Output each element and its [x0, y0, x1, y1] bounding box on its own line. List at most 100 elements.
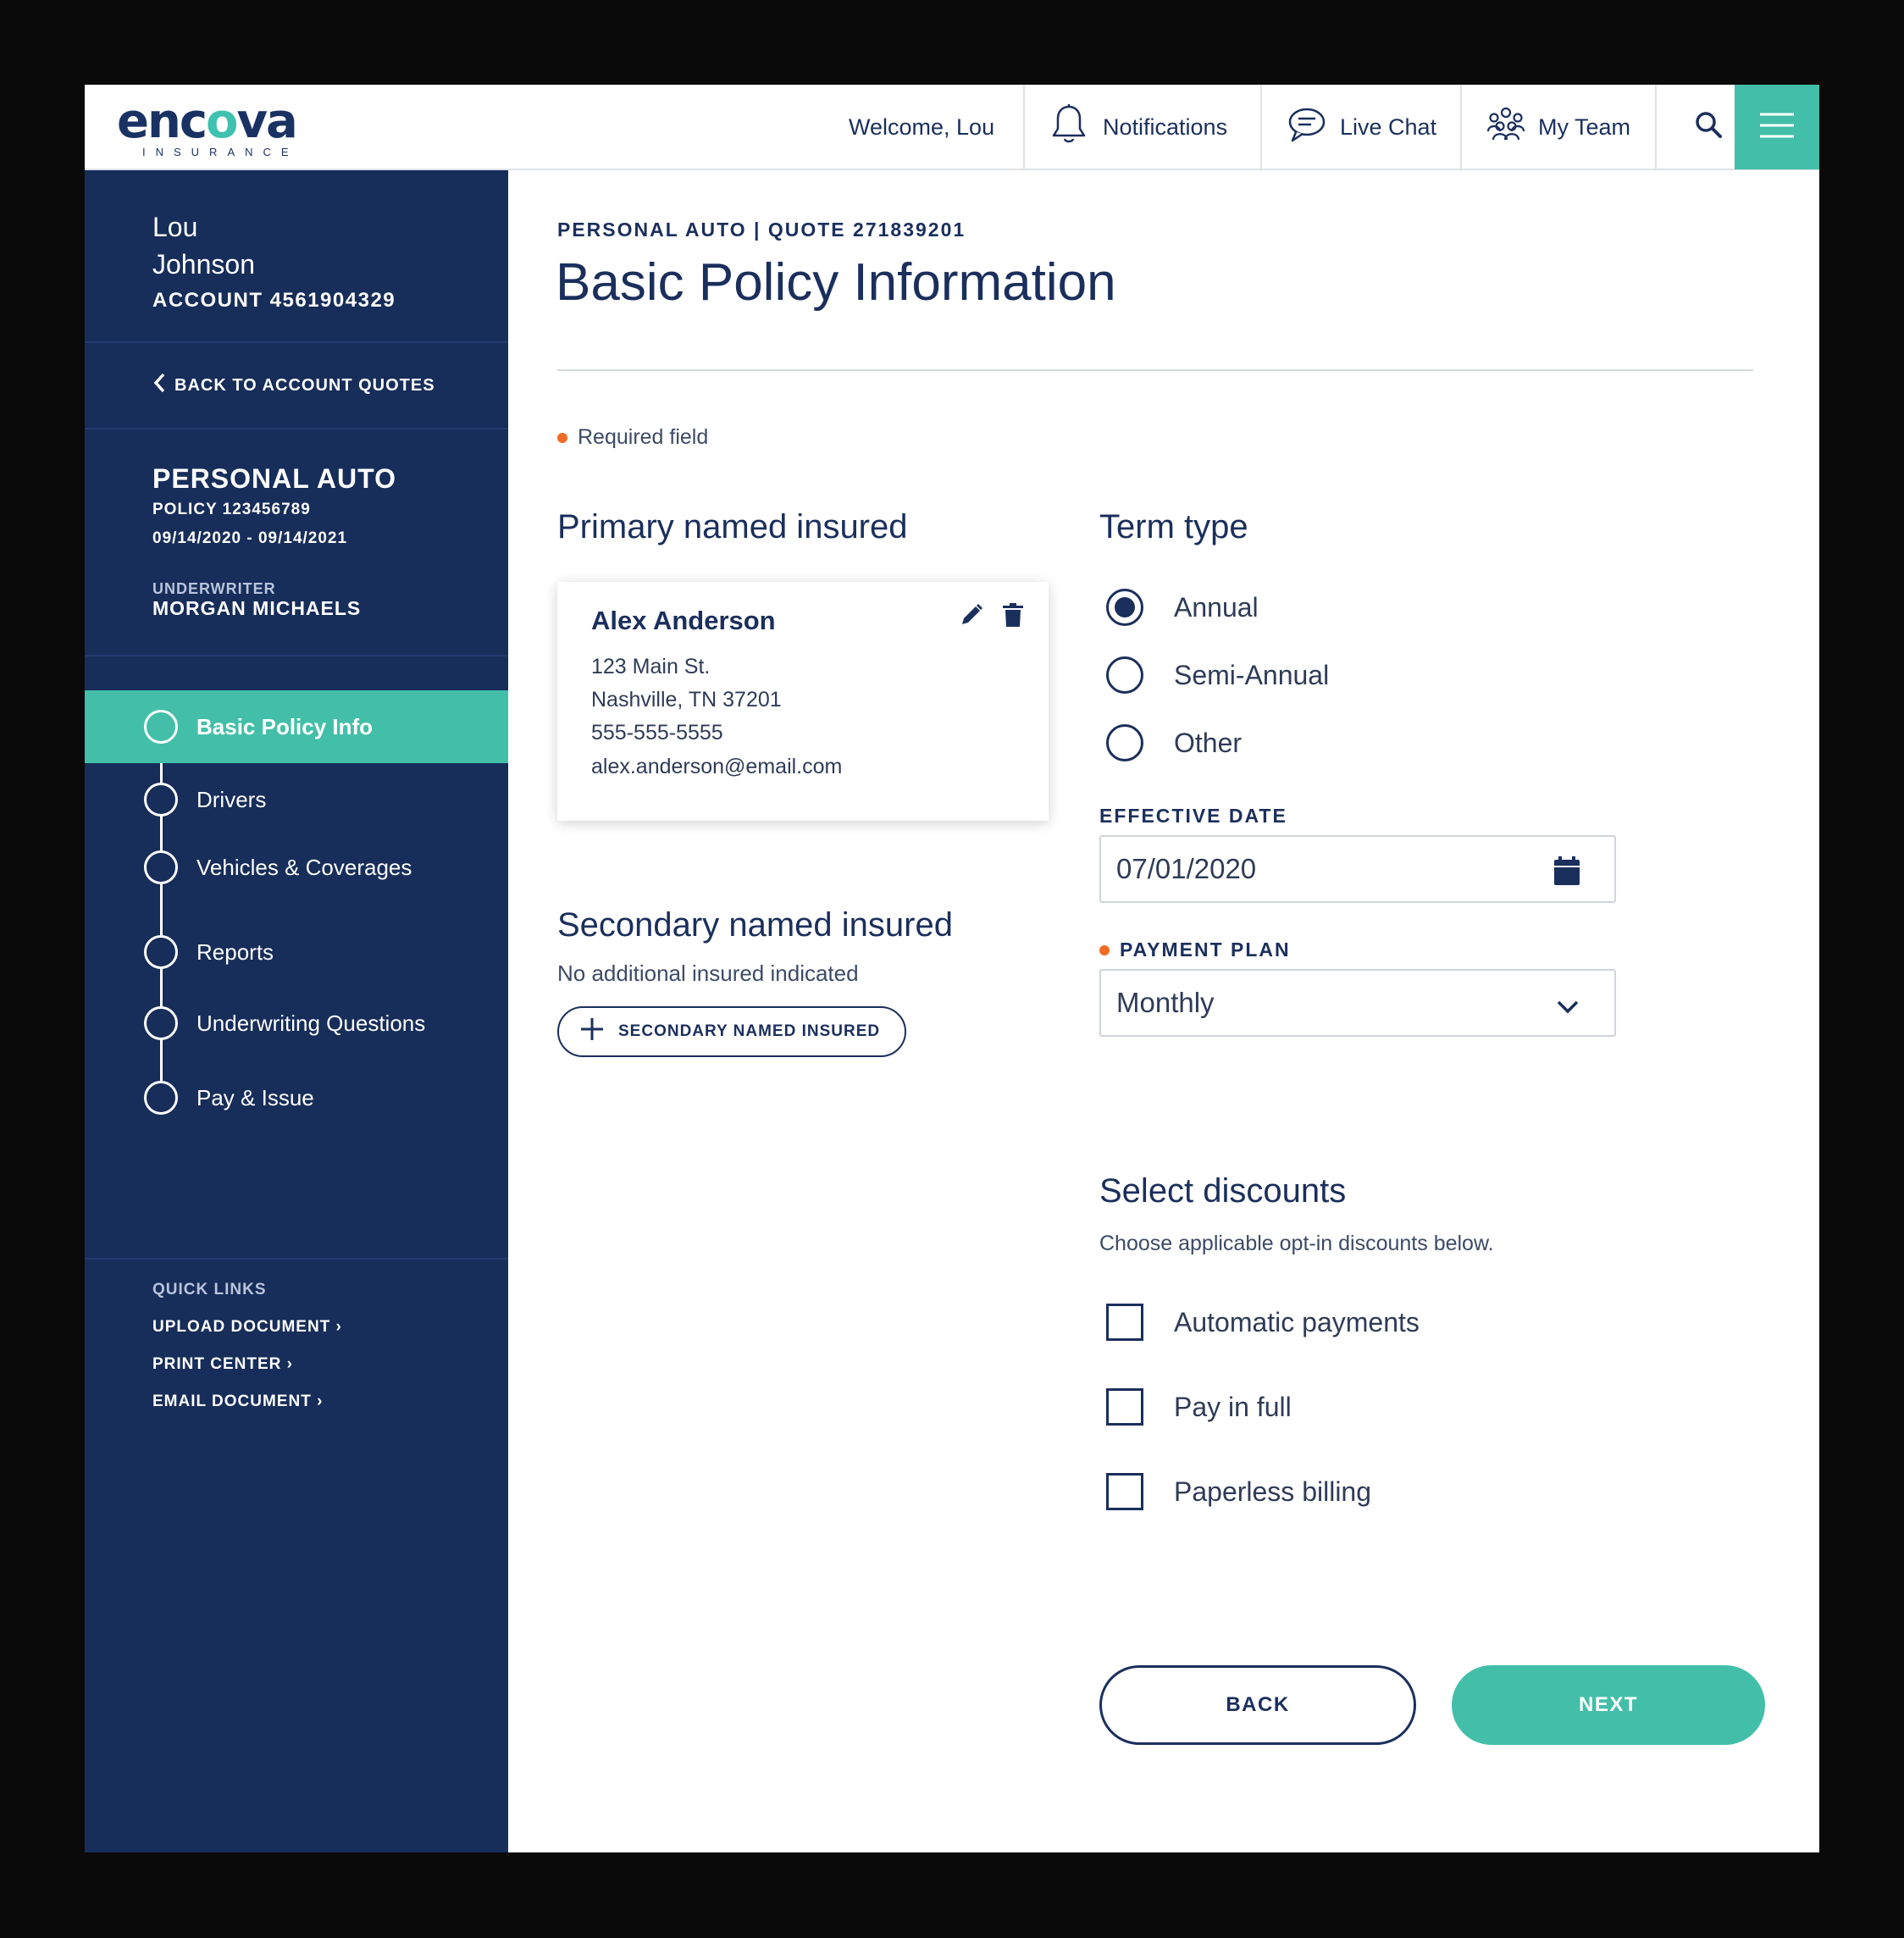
required-field-label: Required field [578, 425, 709, 449]
nav-divider [1460, 85, 1462, 169]
logo-wordmark: encova [117, 94, 298, 149]
plus-icon [579, 1016, 618, 1047]
checkbox[interactable] [1106, 1473, 1143, 1510]
step-vehicles-coverages[interactable]: Vehicles & Coverages [85, 831, 508, 904]
step-navigation: Basic Policy Info Drivers Vehicles & Cov… [85, 690, 508, 1131]
secondary-button-label: SECONDARY NAMED INSURED [618, 1022, 881, 1040]
step-label: Vehicles & Coverages [196, 854, 412, 880]
required-field-note: Required field [557, 425, 708, 450]
print-center-link[interactable]: PRINT CENTER › [152, 1355, 293, 1374]
radio-button[interactable] [1106, 589, 1143, 626]
pencil-icon[interactable] [959, 602, 984, 632]
logo-subtitle: INSURANCE [142, 146, 299, 158]
breadcrumb: PERSONAL AUTO | QUOTE 271839201 [557, 219, 966, 241]
checkbox[interactable] [1106, 1388, 1143, 1426]
insured-address-line2: Nashville, TN 37201 [591, 688, 782, 712]
primary-insured-heading: Primary named insured [557, 508, 908, 545]
nav-divider [1023, 85, 1025, 169]
underwriter-name: MORGAN MICHAELS [152, 597, 362, 619]
step-label: Reports [196, 939, 274, 965]
app-window: encova INSURANCE Welcome, Lou Notificati… [85, 85, 1819, 1852]
search-button[interactable] [1680, 85, 1736, 169]
top-bar: encova INSURANCE Welcome, Lou Notificati… [85, 85, 1819, 170]
underwriter-label: UNDERWRITER [152, 580, 276, 597]
effective-date-label: EFFECTIVE DATE [1099, 805, 1287, 827]
term-option-annual[interactable]: Annual [1106, 586, 1259, 628]
checkbox[interactable] [1106, 1304, 1143, 1341]
step-drivers[interactable]: Drivers [85, 763, 508, 836]
chevron-down-icon [1555, 993, 1580, 1025]
discounts-hint: Choose applicable opt-in discounts below… [1099, 1232, 1494, 1255]
step-circle-icon [144, 710, 178, 744]
term-option-other[interactable]: Other [1106, 722, 1242, 764]
radio-button[interactable] [1106, 724, 1143, 761]
live-chat-label: Live Chat [1340, 114, 1437, 140]
trash-icon[interactable] [1001, 602, 1025, 632]
email-document-link[interactable]: EMAIL DOCUMENT › [152, 1393, 323, 1411]
policy-summary: PERSONAL AUTO POLICY 123456789 09/14/202… [85, 429, 508, 656]
step-reports[interactable]: Reports [85, 916, 508, 988]
notifications-link[interactable]: Notifications [1050, 85, 1227, 169]
sidebar: Lou Johnson ACCOUNT 4561904329 BACK TO A… [85, 170, 508, 1852]
step-underwriting-questions[interactable]: Underwriting Questions [85, 987, 508, 1060]
primary-insured-card: Alex Anderson 123 Main St. Nashville, TN… [557, 582, 1049, 821]
account-number: ACCOUNT 4561904329 [152, 289, 396, 312]
step-circle-icon [144, 850, 178, 884]
effective-date-field[interactable]: 07/01/2020 [1099, 835, 1616, 903]
back-button[interactable]: BACK [1099, 1665, 1416, 1745]
step-label: Basic Policy Info [196, 713, 374, 739]
step-circle-icon [144, 935, 178, 969]
encova-logo[interactable]: encova INSURANCE [117, 95, 303, 163]
discount-automatic-payments[interactable]: Automatic payments [1106, 1301, 1420, 1343]
effective-date-value: 07/01/2020 [1116, 853, 1257, 884]
discount-label: Paperless billing [1174, 1476, 1372, 1507]
step-basic-policy-info[interactable]: Basic Policy Info [85, 690, 508, 763]
policy-dates: 09/14/2020 - 09/14/2021 [152, 529, 348, 547]
discount-paperless-billing[interactable]: Paperless billing [1106, 1470, 1371, 1513]
discount-pay-in-full[interactable]: Pay in full [1106, 1386, 1292, 1428]
discount-label: Pay in full [1174, 1391, 1292, 1422]
radio-button[interactable] [1106, 656, 1143, 694]
hamburger-menu-button[interactable] [1735, 85, 1819, 169]
term-option-label: Other [1174, 727, 1243, 758]
insured-phone: 555-555-5555 [591, 721, 723, 745]
add-secondary-named-insured-button[interactable]: SECONDARY NAMED INSURED [557, 1006, 906, 1057]
insured-name: Alex Anderson [591, 606, 776, 635]
payment-plan-select[interactable]: Monthly [1099, 969, 1616, 1037]
step-label: Drivers [196, 786, 267, 812]
payment-plan-label-text: PAYMENT PLAN [1120, 939, 1291, 961]
step-pay-issue[interactable]: Pay & Issue [85, 1061, 508, 1134]
page-title: Basic Policy Information [556, 253, 1116, 312]
payment-plan-value: Monthly [1116, 987, 1215, 1018]
step-label: Pay & Issue [196, 1084, 314, 1110]
chat-icon [1287, 106, 1340, 149]
policy-title: PERSONAL AUTO [152, 463, 396, 494]
discounts-heading: Select discounts [1099, 1172, 1347, 1210]
term-type-heading: Term type [1099, 508, 1248, 545]
calendar-icon[interactable] [1553, 855, 1580, 893]
my-team-label: My Team [1538, 114, 1631, 140]
bell-icon [1050, 103, 1103, 152]
upload-document-link[interactable]: UPLOAD DOCUMENT › [152, 1318, 342, 1337]
term-option-label: Semi-Annual [1174, 659, 1330, 690]
term-option-label: Annual [1174, 591, 1259, 623]
back-link-label: BACK TO ACCOUNT QUOTES [174, 375, 435, 395]
search-icon [1694, 110, 1723, 145]
title-divider [557, 369, 1753, 371]
account-summary: Lou Johnson ACCOUNT 4561904329 [85, 170, 508, 343]
back-link-section: BACK TO ACCOUNT QUOTES [85, 343, 508, 429]
step-circle-icon [144, 1006, 178, 1040]
insured-address-line1: 123 Main St. [591, 655, 711, 678]
next-button[interactable]: NEXT [1452, 1665, 1765, 1745]
account-last-name: Johnson [152, 249, 255, 280]
nav-divider [1655, 85, 1657, 169]
policy-number: POLICY 123456789 [152, 501, 311, 518]
back-to-account-quotes-link[interactable]: BACK TO ACCOUNT QUOTES [152, 343, 435, 428]
team-icon [1486, 106, 1538, 149]
secondary-insured-heading: Secondary named insured [557, 906, 953, 944]
term-option-semi-annual[interactable]: Semi-Annual [1106, 654, 1329, 696]
required-dot-icon [557, 432, 567, 443]
live-chat-link[interactable]: Live Chat [1287, 85, 1479, 169]
nav-divider [1260, 85, 1262, 169]
quick-links-label: QUICK LINKS [152, 1281, 267, 1298]
